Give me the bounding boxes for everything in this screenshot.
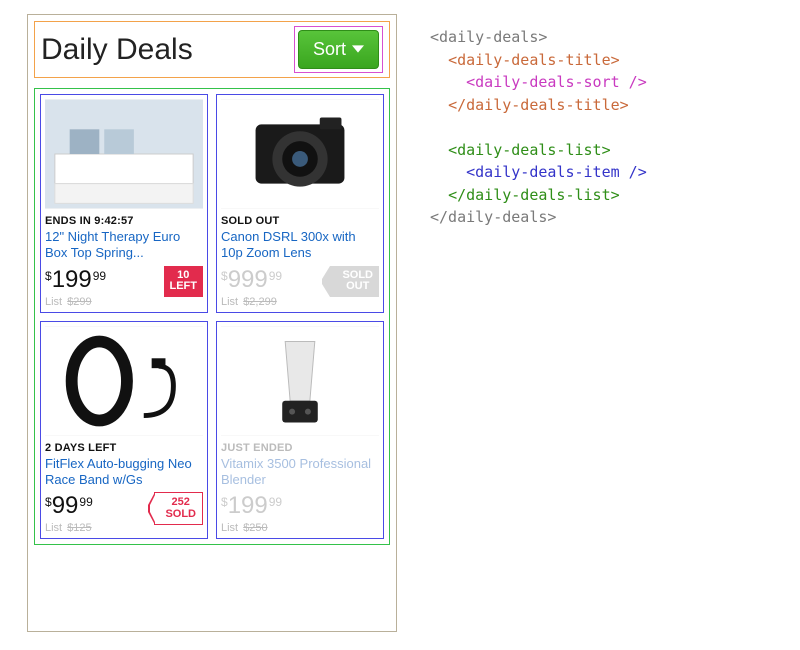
status-text: ENDS IN 9:42:57 (45, 215, 203, 227)
sold-count-badge: 252 SOLD (154, 492, 203, 525)
sort-label: Sort (313, 39, 346, 60)
daily-deals-list: ENDS IN 9:42:57 12" Night Therapy Euro B… (34, 88, 390, 545)
product-image (221, 99, 379, 209)
price: $ 999 99 (221, 266, 282, 294)
status-text: 2 DAYS LEFT (45, 442, 203, 454)
status-text: SOLD OUT (221, 215, 379, 227)
daily-deals-sort: Sort (294, 26, 383, 73)
fitness-band-icon (45, 326, 203, 436)
product-image (45, 326, 203, 436)
product-name: Vitamix 3500 Professional Blender (221, 456, 379, 489)
price: $ 199 99 (45, 266, 106, 294)
daily-deals-item[interactable]: ENDS IN 9:42:57 12" Night Therapy Euro B… (40, 94, 208, 313)
list-price: List $250 (221, 522, 282, 534)
price: $ 199 99 (221, 492, 282, 520)
blender-icon (221, 326, 379, 436)
list-price: List $2,299 (221, 296, 282, 308)
product-image (45, 99, 203, 209)
product-name: 12" Night Therapy Euro Box Top Spring... (45, 229, 203, 262)
list-price: List $125 (45, 522, 93, 534)
sort-button[interactable]: Sort (298, 30, 379, 69)
price: $ 99 99 (45, 492, 93, 520)
price-row: $ 999 99 List $2,299 SOLD OUT (221, 266, 379, 308)
status-text: JUST ENDED (221, 442, 379, 454)
product-image (221, 326, 379, 436)
product-name: Canon DSRL 300x with 10p Zoom Lens (221, 229, 379, 262)
product-name: FitFlex Auto-bugging Neo Race Band w/Gs (45, 456, 203, 489)
heading: Daily Deals (41, 33, 193, 67)
list-price: List $299 (45, 296, 106, 308)
daily-deals-title: Daily Deals Sort (34, 21, 390, 78)
camera-icon (221, 99, 379, 209)
soldout-badge: SOLD OUT (330, 266, 379, 297)
daily-deals-item[interactable]: 2 DAYS LEFT FitFlex Auto-bugging Neo Rac… (40, 321, 208, 540)
price-row: $ 199 99 List $299 10 LEFT (45, 266, 203, 308)
price-row: $ 199 99 List $250 (221, 492, 379, 534)
code-sample: <daily-deals> <daily-deals-title> <daily… (430, 26, 647, 229)
daily-deals-item[interactable]: SOLD OUT Canon DSRL 300x with 10p Zoom L… (216, 94, 384, 313)
daily-deals-item[interactable]: JUST ENDED Vitamix 3500 Professional Ble… (216, 321, 384, 540)
mattress-icon (45, 99, 203, 209)
chevron-down-icon (352, 39, 364, 60)
stock-badge: 10 LEFT (164, 266, 204, 297)
daily-deals: Daily Deals Sort ENDS IN 9:42:57 12" Nig… (27, 14, 397, 632)
price-row: $ 99 99 List $125 252 SOLD (45, 492, 203, 534)
